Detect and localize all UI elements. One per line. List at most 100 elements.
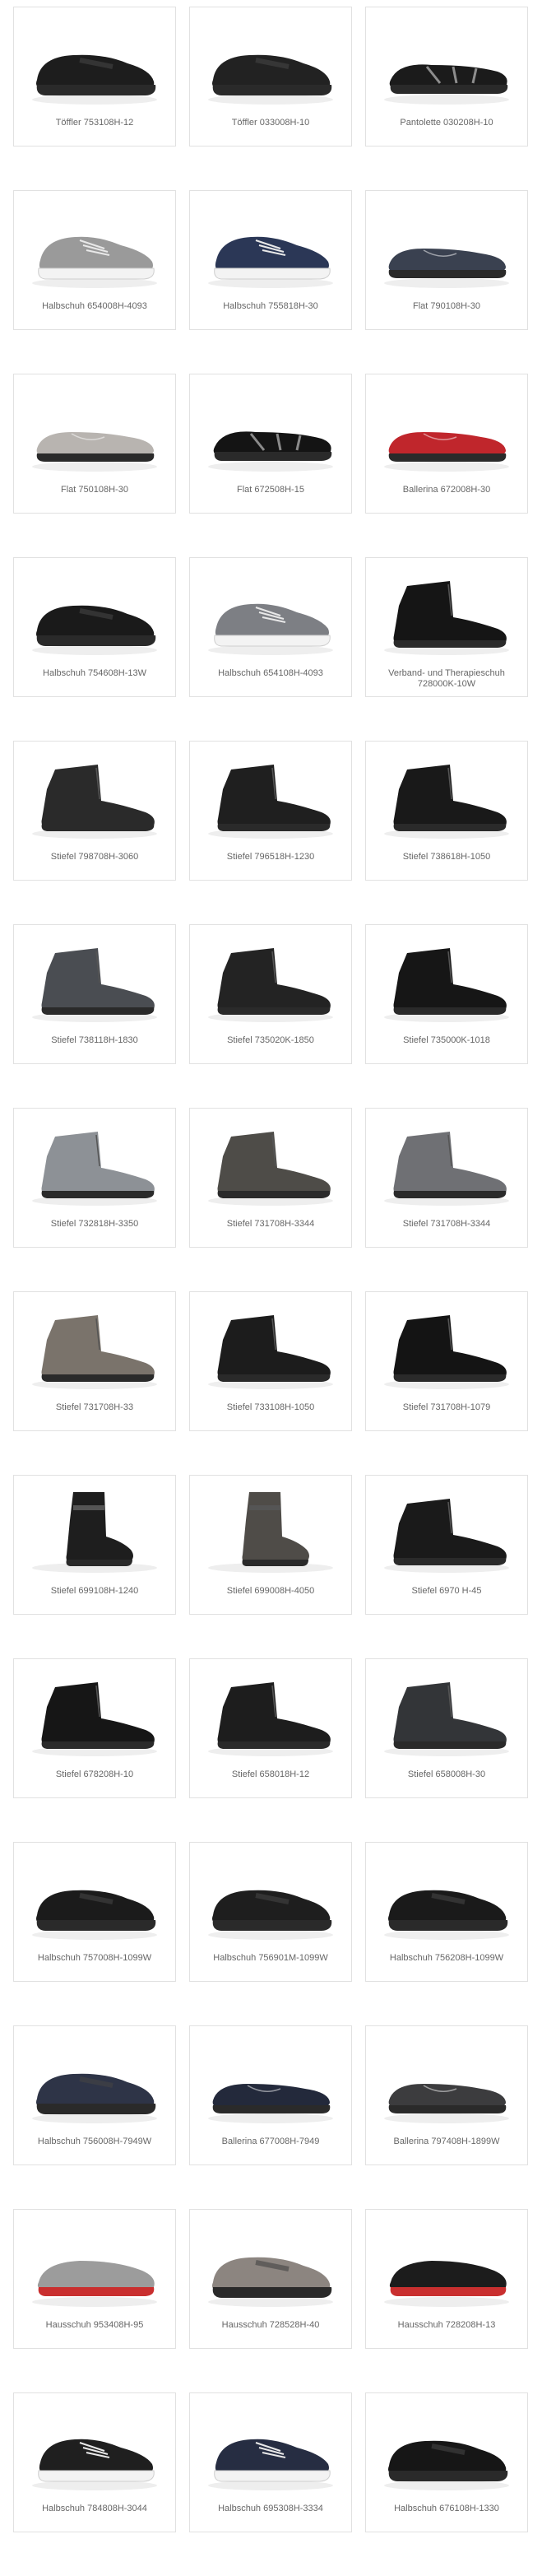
- product-name[interactable]: Halbschuh 784808H-3044: [19, 2504, 170, 2514]
- product-image[interactable]: [22, 1120, 167, 1211]
- product-card[interactable]: Halbschuh 756208H-1099W: [365, 1842, 528, 1982]
- product-image[interactable]: [22, 1671, 167, 1761]
- product-image[interactable]: [198, 1487, 343, 1578]
- product-card[interactable]: Stiefel 731708H-3344: [365, 1108, 528, 1248]
- product-card[interactable]: Stiefel 731708H-1079: [365, 1291, 528, 1431]
- product-card[interactable]: Flat 790108H-30: [365, 190, 528, 330]
- product-image[interactable]: [374, 1487, 519, 1578]
- product-name[interactable]: Stiefel 731708H-3344: [371, 1219, 522, 1230]
- product-name[interactable]: Ballerina 797408H-1899W: [371, 2137, 522, 2147]
- product-name[interactable]: Stiefel 658008H-30: [371, 1769, 522, 1780]
- product-card[interactable]: Stiefel 6970 H-45: [365, 1475, 528, 1615]
- product-image[interactable]: [22, 1487, 167, 1578]
- product-image[interactable]: [198, 2221, 343, 2312]
- product-card[interactable]: Stiefel 699108H-1240: [13, 1475, 176, 1615]
- product-card[interactable]: Ballerina 672008H-30: [365, 374, 528, 514]
- product-name[interactable]: Stiefel 738118H-1830: [19, 1035, 170, 1046]
- product-image[interactable]: [374, 2038, 519, 2128]
- product-name[interactable]: Flat 672508H-15: [195, 485, 346, 495]
- product-card[interactable]: Ballerina 797408H-1899W: [365, 2025, 528, 2165]
- product-card[interactable]: Halbschuh 654008H-4093: [13, 190, 176, 330]
- product-image[interactable]: [198, 386, 343, 477]
- product-card[interactable]: Pantolette 030208H-10: [365, 7, 528, 146]
- product-image[interactable]: [22, 2405, 167, 2495]
- product-name[interactable]: Halbschuh 654008H-4093: [19, 301, 170, 312]
- product-image[interactable]: [22, 1854, 167, 1945]
- product-image[interactable]: [374, 386, 519, 477]
- product-name[interactable]: Hausschuh 728208H-13: [371, 2320, 522, 2331]
- product-card[interactable]: Töffler 033008H-10: [189, 7, 352, 146]
- product-image[interactable]: [374, 19, 519, 109]
- product-card[interactable]: Halbschuh 756901M-1099W: [189, 1842, 352, 1982]
- product-name[interactable]: Halbschuh 756901M-1099W: [195, 1953, 346, 1964]
- product-card[interactable]: Stiefel 731708H-3344: [189, 1108, 352, 1248]
- product-name[interactable]: Verband- und Therapieschuh 728000K-10W: [371, 668, 522, 690]
- product-image[interactable]: [198, 570, 343, 660]
- product-name[interactable]: Ballerina 672008H-30: [371, 485, 522, 495]
- product-image[interactable]: [374, 2221, 519, 2312]
- product-card[interactable]: Halbschuh 754608H-13W: [13, 557, 176, 697]
- product-name[interactable]: Halbschuh 756008H-7949W: [19, 2137, 170, 2147]
- product-name[interactable]: Halbschuh 754608H-13W: [19, 668, 170, 679]
- product-name[interactable]: Flat 790108H-30: [371, 301, 522, 312]
- product-card[interactable]: Halbschuh 757008H-1099W: [13, 1842, 176, 1982]
- product-card[interactable]: Stiefel 699008H-4050: [189, 1475, 352, 1615]
- product-image[interactable]: [198, 1120, 343, 1211]
- product-image[interactable]: [22, 2038, 167, 2128]
- product-name[interactable]: Töffler 753108H-12: [19, 118, 170, 128]
- product-card[interactable]: Halbschuh 654108H-4093: [189, 557, 352, 697]
- product-card[interactable]: Hausschuh 728528H-40: [189, 2209, 352, 2349]
- product-image[interactable]: [374, 1120, 519, 1211]
- product-card[interactable]: Halbschuh 695308H-3334: [189, 2392, 352, 2532]
- product-image[interactable]: [22, 202, 167, 293]
- product-card[interactable]: Halbschuh 755818H-30: [189, 190, 352, 330]
- product-card[interactable]: Stiefel 738618H-1050: [365, 741, 528, 881]
- product-image[interactable]: [198, 1854, 343, 1945]
- product-name[interactable]: Halbschuh 676108H-1330: [371, 2504, 522, 2514]
- product-name[interactable]: Stiefel 699008H-4050: [195, 1586, 346, 1597]
- product-name[interactable]: Hausschuh 728528H-40: [195, 2320, 346, 2331]
- product-card[interactable]: Ballerina 677008H-7949: [189, 2025, 352, 2165]
- product-name[interactable]: Halbschuh 654108H-4093: [195, 668, 346, 679]
- product-name[interactable]: Stiefel 733108H-1050: [195, 1402, 346, 1413]
- product-image[interactable]: [374, 2405, 519, 2495]
- product-image[interactable]: [374, 570, 519, 660]
- product-name[interactable]: Stiefel 658018H-12: [195, 1769, 346, 1780]
- product-image[interactable]: [374, 1671, 519, 1761]
- product-name[interactable]: Stiefel 796518H-1230: [195, 852, 346, 863]
- product-name[interactable]: Stiefel 735000K-1018: [371, 1035, 522, 1046]
- product-card[interactable]: Hausschuh 953408H-95: [13, 2209, 176, 2349]
- product-card[interactable]: Stiefel 735000K-1018: [365, 924, 528, 1064]
- product-card[interactable]: Halbschuh 756008H-7949W: [13, 2025, 176, 2165]
- product-image[interactable]: [22, 1304, 167, 1394]
- product-image[interactable]: [198, 937, 343, 1027]
- product-image[interactable]: [198, 753, 343, 844]
- product-name[interactable]: Stiefel 798708H-3060: [19, 852, 170, 863]
- product-image[interactable]: [374, 753, 519, 844]
- product-name[interactable]: Töffler 033008H-10: [195, 118, 346, 128]
- product-name[interactable]: Stiefel 6970 H-45: [371, 1586, 522, 1597]
- product-image[interactable]: [198, 19, 343, 109]
- product-card[interactable]: Stiefel 678208H-10: [13, 1658, 176, 1798]
- product-image[interactable]: [22, 570, 167, 660]
- product-image[interactable]: [198, 1304, 343, 1394]
- product-image[interactable]: [198, 1671, 343, 1761]
- product-name[interactable]: Halbschuh 756208H-1099W: [371, 1953, 522, 1964]
- product-image[interactable]: [22, 386, 167, 477]
- product-image[interactable]: [374, 202, 519, 293]
- product-name[interactable]: Stiefel 731708H-33: [19, 1402, 170, 1413]
- product-card[interactable]: Stiefel 732818H-3350: [13, 1108, 176, 1248]
- product-card[interactable]: Stiefel 735020K-1850: [189, 924, 352, 1064]
- product-name[interactable]: Stiefel 738618H-1050: [371, 852, 522, 863]
- product-card[interactable]: Stiefel 733108H-1050: [189, 1291, 352, 1431]
- product-name[interactable]: Pantolette 030208H-10: [371, 118, 522, 128]
- product-card[interactable]: Stiefel 658008H-30: [365, 1658, 528, 1798]
- product-image[interactable]: [198, 2038, 343, 2128]
- product-card[interactable]: Stiefel 738118H-1830: [13, 924, 176, 1064]
- product-name[interactable]: Stiefel 699108H-1240: [19, 1586, 170, 1597]
- product-card[interactable]: Stiefel 658018H-12: [189, 1658, 352, 1798]
- product-image[interactable]: [374, 1854, 519, 1945]
- product-name[interactable]: Stiefel 731708H-3344: [195, 1219, 346, 1230]
- product-card[interactable]: Stiefel 796518H-1230: [189, 741, 352, 881]
- product-image[interactable]: [22, 19, 167, 109]
